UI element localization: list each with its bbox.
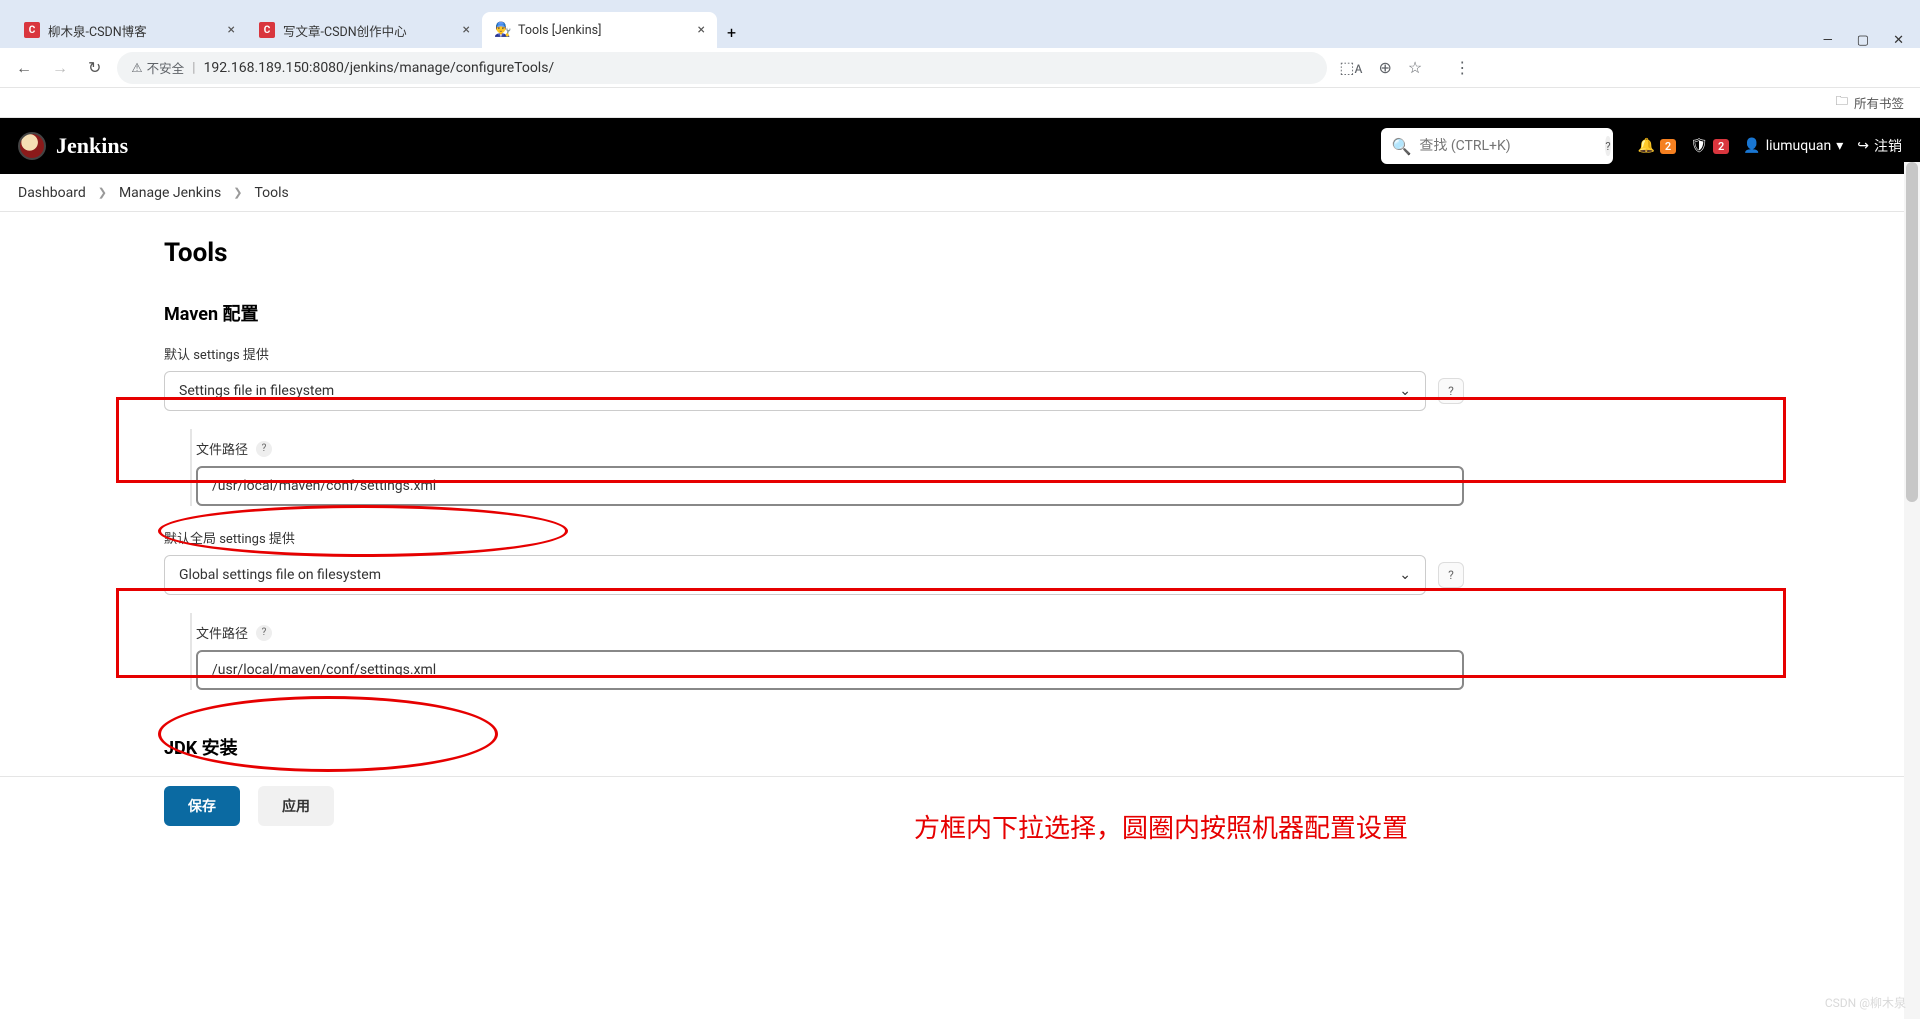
help-button[interactable]: ? [1438, 378, 1464, 404]
jenkins-logo-icon [18, 132, 46, 160]
search-icon: 🔍 [1391, 137, 1411, 156]
chevron-down-icon: ⌄ [1399, 383, 1411, 399]
global-settings-filepath-input[interactable] [196, 650, 1464, 690]
filepath2-label: 文件路径 ? [196, 623, 1464, 642]
jenkins-brand[interactable]: Jenkins [18, 132, 128, 160]
menu-kebab-icon[interactable]: ⋮ [1454, 58, 1470, 77]
page-title: Tools [164, 238, 1464, 268]
scrollbar-thumb[interactable] [1906, 162, 1918, 502]
new-tab-button[interactable]: + [717, 17, 746, 48]
back-button[interactable]: ← [12, 54, 36, 82]
security-button[interactable]: 🛡 2 [1690, 138, 1729, 154]
reload-button[interactable]: ↻ [84, 54, 105, 81]
chevron-down-icon: ⌄ [1399, 567, 1411, 583]
notification-badge: 2 [1660, 139, 1676, 154]
search-help-icon[interactable]: ? [1605, 136, 1610, 156]
address-bar: ← → ↻ ⚠ 不安全 | 192.168.189.150:8080/jenki… [0, 48, 1920, 88]
global-settings-select[interactable]: Global settings file on filesystem ⌄ [164, 555, 1426, 595]
minimize-button[interactable]: — [1823, 33, 1833, 48]
bookmarks-bar: 🗀 所有书签 [0, 88, 1920, 118]
help-inline-icon[interactable]: ? [256, 441, 272, 457]
select-value: Global settings file on filesystem [179, 567, 381, 583]
tab-title: Tools [Jenkins] [518, 23, 690, 38]
user-menu[interactable]: 👤 liumuquan ▾ [1743, 138, 1843, 154]
tab-jenkins-tools[interactable]: 👨‍🔧 Tools [Jenkins] × [482, 12, 717, 48]
breadcrumb-manage[interactable]: Manage Jenkins [119, 185, 221, 201]
settings-filepath-input[interactable] [196, 466, 1464, 506]
zoom-icon[interactable]: ⊕ [1378, 58, 1391, 77]
folder-icon: 🗀 [1835, 92, 1848, 113]
maximize-button[interactable]: ▢ [1857, 33, 1869, 48]
filepath-label: 文件路径 ? [196, 439, 1464, 458]
jenkins-favicon-icon: 👨‍🔧 [494, 22, 510, 38]
tab-title: 写文章-CSDN创作中心 [283, 21, 455, 40]
notifications-button[interactable]: 🔔 2 [1637, 138, 1676, 154]
close-tab-icon[interactable]: × [228, 22, 235, 38]
header-icons: 🔔 2 🛡 2 👤 liumuquan ▾ ↪ 注销 [1637, 136, 1902, 156]
global-settings-label: 默认全局 settings 提供 [164, 528, 1464, 547]
tab-csdn-blog[interactable]: C 柳木泉-CSDN博客 × [12, 12, 247, 48]
breadcrumb-tools[interactable]: Tools [254, 185, 288, 201]
logout-button[interactable]: ↪ 注销 [1857, 136, 1902, 156]
window-controls: — ▢ ✕ [1823, 33, 1920, 48]
all-bookmarks-link[interactable]: 所有书签 [1854, 93, 1904, 112]
select-value: Settings file in filesystem [179, 383, 334, 399]
maven-section-heading: Maven 配置 [164, 300, 1464, 326]
scrollbar-track[interactable] [1904, 162, 1920, 1019]
save-button[interactable]: 保存 [164, 786, 240, 826]
shield-icon: 🛡 [1690, 138, 1708, 154]
bookmark-star-icon[interactable]: ☆ [1408, 58, 1422, 77]
toolbar-right: ⬚ᴀ ⊕ ☆ ⋮ [1339, 58, 1470, 78]
close-tab-icon[interactable]: × [463, 22, 470, 38]
breadcrumb: Dashboard ❯ Manage Jenkins ❯ Tools [0, 174, 1920, 212]
breadcrumb-dashboard[interactable]: Dashboard [18, 185, 86, 201]
annotation-note-text: 方框内下拉选择，圆圈内按照机器配置设置 [914, 808, 1408, 845]
translate-icon[interactable]: ⬚ᴀ [1339, 58, 1362, 78]
security-badge: 2 [1713, 139, 1729, 154]
chevron-down-icon: ▾ [1836, 138, 1843, 154]
url-text: 192.168.189.150:8080/jenkins/manage/conf… [204, 60, 555, 76]
csdn-favicon-icon: C [259, 22, 275, 38]
user-icon: 👤 [1743, 138, 1760, 154]
tab-title: 柳木泉-CSDN博客 [48, 21, 220, 40]
jenkins-header: Jenkins 🔍 ? 🔔 2 🛡 2 👤 liumuquan ▾ ↪ 注销 [0, 118, 1920, 174]
watermark-text: CSDN @柳木泉 [1825, 994, 1906, 1011]
logout-label: 注销 [1874, 136, 1902, 156]
close-window-button[interactable]: ✕ [1893, 33, 1904, 48]
main-content: Tools Maven 配置 默认 settings 提供 Settings f… [0, 212, 1920, 834]
browser-tab-strip: C 柳木泉-CSDN博客 × C 写文章-CSDN创作中心 × 👨‍🔧 Tool… [0, 0, 1920, 48]
default-settings-select[interactable]: Settings file in filesystem ⌄ [164, 371, 1426, 411]
url-input[interactable]: ⚠ 不安全 | 192.168.189.150:8080/jenkins/man… [117, 52, 1327, 84]
search-input[interactable] [1419, 138, 1597, 154]
username-label: liumuquan [1766, 138, 1832, 154]
chevron-right-icon: ❯ [233, 186, 242, 199]
jdk-section-heading: JDK 安装 [164, 734, 1464, 760]
csdn-favicon-icon: C [24, 22, 40, 38]
default-settings-label: 默认 settings 提供 [164, 344, 1464, 363]
close-tab-icon[interactable]: × [698, 22, 705, 38]
apply-button[interactable]: 应用 [258, 786, 334, 826]
jenkins-search[interactable]: 🔍 ? [1381, 128, 1613, 164]
help-button[interactable]: ? [1438, 562, 1464, 588]
chevron-right-icon: ❯ [98, 186, 107, 199]
help-inline-icon[interactable]: ? [256, 625, 272, 641]
insecure-icon: ⚠ 不安全 [131, 58, 184, 77]
bell-icon: 🔔 [1637, 138, 1654, 154]
logout-icon: ↪ [1857, 138, 1869, 154]
jenkins-logo-text: Jenkins [56, 133, 128, 159]
forward-button[interactable]: → [48, 54, 72, 82]
tab-csdn-write[interactable]: C 写文章-CSDN创作中心 × [247, 12, 482, 48]
